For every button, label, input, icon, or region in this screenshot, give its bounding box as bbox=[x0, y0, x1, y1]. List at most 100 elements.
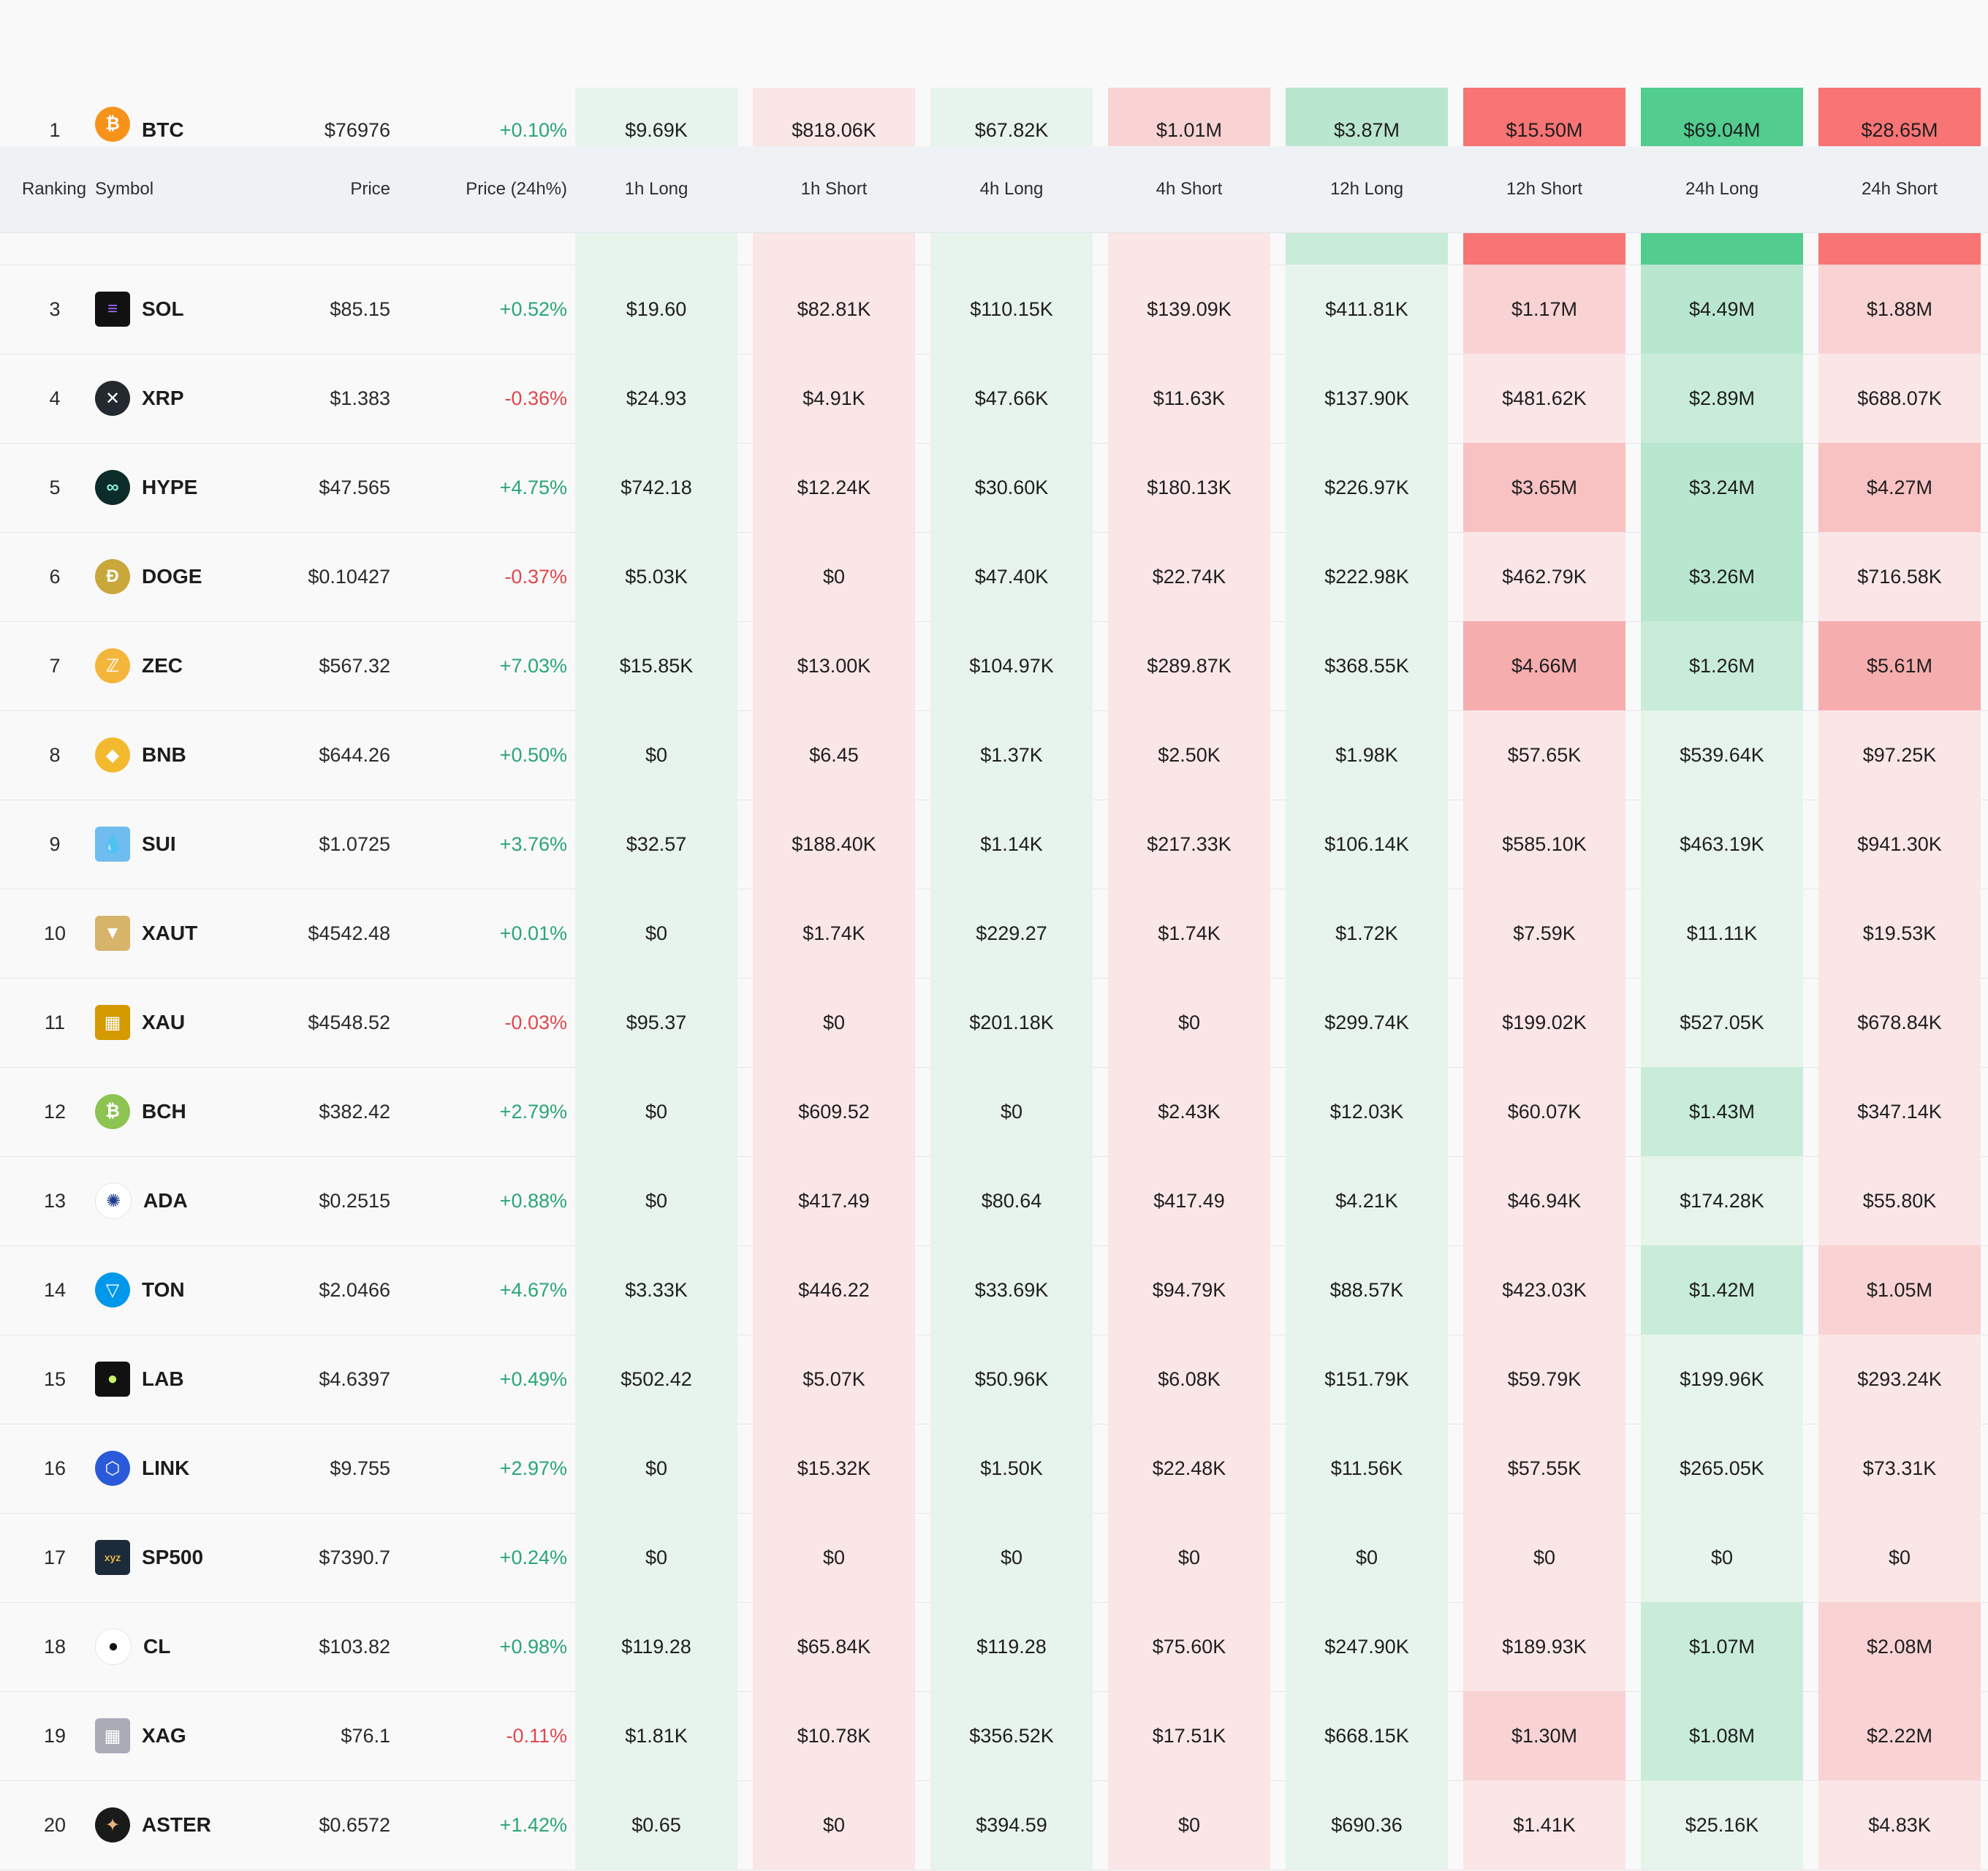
1h-long-cell: $9.69K bbox=[625, 119, 688, 141]
symbol-cell[interactable]: ▼ XAUT bbox=[95, 889, 263, 978]
symbol-cell[interactable]: Ð DOGE bbox=[95, 532, 263, 621]
table-row[interactable]: 7 ℤ ZEC $567.32 +7.03% $15.85K $13.00K $104.97K… bbox=[0, 621, 1988, 711]
1h-long-cell: $0 bbox=[645, 1546, 668, 1568]
symbol-cell[interactable]: ● LAB bbox=[95, 1335, 263, 1424]
symbol-cell[interactable]: ∞ HYPE bbox=[95, 443, 263, 532]
symbol-cell[interactable]: ▦ XAU bbox=[95, 978, 263, 1067]
symbol-cell[interactable]: ▦ XAG bbox=[95, 1691, 263, 1780]
table-row[interactable]: 14 ▽ TON $2.0466 +4.67% $3.33K $446.22 $33.69K $… bbox=[0, 1245, 1988, 1335]
price-change-cell: -0.37% bbox=[504, 565, 567, 588]
table-row[interactable]: 1 ₿ BTC $76976 +0.10% $9.69K $818.06K $67.82K $1… bbox=[0, 88, 1988, 146]
symbol-cell[interactable]: ● CL bbox=[95, 1602, 263, 1691]
price-cell: $567.32 bbox=[319, 654, 390, 677]
1h-short-cell: $13.00K bbox=[797, 654, 871, 677]
header-12h-short[interactable]: 12h Short bbox=[1463, 146, 1625, 232]
header-4h-long[interactable]: 4h Long bbox=[930, 146, 1093, 232]
rank-cell: 16 bbox=[43, 1457, 67, 1479]
4h-long-cell: $1.37K bbox=[980, 743, 1043, 766]
header-4h-short[interactable]: 4h Short bbox=[1108, 146, 1270, 232]
header-24h-long[interactable]: 24h Long bbox=[1641, 146, 1803, 232]
table-row[interactable]: 11 ▦ XAU $4548.52 -0.03% $95.37 $0 $201.18K $0 $2… bbox=[0, 978, 1988, 1068]
symbol-cell[interactable]: 💧 SUI bbox=[95, 800, 263, 889]
lab-icon: ● bbox=[95, 1362, 130, 1397]
price-change-cell: +0.10% bbox=[499, 119, 567, 141]
symbol-label: SP500 bbox=[142, 1546, 204, 1568]
rank-cell: 17 bbox=[43, 1546, 67, 1568]
table-row[interactable]: 4 ✕ XRP $1.383 -0.36% $24.93 $4.91K $47.66K $11.… bbox=[0, 354, 1988, 444]
price-change-cell: -0.36% bbox=[504, 387, 567, 409]
price-change-cell: +1.42% bbox=[499, 1813, 567, 1836]
rank-cell: 9 bbox=[49, 832, 61, 855]
4h-short-cell: $180.13K bbox=[1147, 476, 1232, 498]
rank-cell: 12 bbox=[43, 1100, 67, 1123]
price-cell: $103.82 bbox=[319, 1635, 390, 1658]
12h-short-cell: $585.10K bbox=[1502, 832, 1587, 855]
table-row[interactable]: 13 ✺ ADA $0.2515 +0.88% $0 $417.49 $80.64 $417.4… bbox=[0, 1156, 1988, 1246]
12h-long-cell: $368.55K bbox=[1324, 654, 1409, 677]
symbol-cell[interactable]: ₿ BTC bbox=[95, 88, 263, 146]
rank-cell: 10 bbox=[43, 922, 67, 944]
table-row[interactable]: 18 ● CL $103.82 +0.98% $119.28 $65.84K $119.28 $… bbox=[0, 1602, 1988, 1692]
header-1h-short[interactable]: 1h Short bbox=[753, 146, 915, 232]
table-row[interactable]: 8 ◆ BNB $644.26 +0.50% $0 $6.45 $1.37K $2.50K $1.… bbox=[0, 710, 1988, 800]
price-cell: $47.565 bbox=[319, 476, 390, 498]
1h-short-cell: $65.84K bbox=[797, 1635, 871, 1658]
4h-short-cell: $289.87K bbox=[1147, 654, 1232, 677]
rank-cell: 18 bbox=[43, 1635, 67, 1658]
12h-short-cell: $57.55K bbox=[1507, 1457, 1582, 1479]
table-row[interactable]: 12 ₿ BCH $382.42 +2.79% $0 $609.52 $0 $2.43K $12.… bbox=[0, 1067, 1988, 1157]
symbol-label: LAB bbox=[142, 1367, 184, 1390]
1h-short-cell: $0 bbox=[822, 1546, 846, 1568]
table-row[interactable]: 19 ▦ XAG $76.1 -0.11% $1.81K $10.78K $356.52K $1… bbox=[0, 1691, 1988, 1781]
symbol-cell[interactable]: ≡ SOL bbox=[95, 265, 263, 354]
symbol-cell[interactable]: ▽ TON bbox=[95, 1245, 263, 1335]
table-row[interactable]: 20 ✦ ASTER $0.6572 +1.42% $0.65 $0 $394.59 $0 $69… bbox=[0, 1780, 1988, 1870]
price-cell: $85.15 bbox=[330, 297, 390, 320]
table-row[interactable]: 9 💧 SUI $1.0725 +3.76% $32.57 $188.40K $1.14K $2… bbox=[0, 800, 1988, 889]
symbol-cell[interactable]: ✦ ASTER bbox=[95, 1780, 263, 1870]
header-symbol[interactable]: Symbol bbox=[95, 146, 241, 232]
12h-short-cell: $60.07K bbox=[1507, 1100, 1582, 1123]
24h-short-cell: $2.08M bbox=[1866, 1635, 1933, 1658]
symbol-cell[interactable]: ✺ ADA bbox=[95, 1156, 263, 1245]
4h-short-cell: $6.08K bbox=[1158, 1367, 1221, 1390]
symbol-label: DOGE bbox=[142, 565, 202, 588]
symbol-cell[interactable]: ⬡ LINK bbox=[95, 1424, 263, 1513]
header-price-change[interactable]: Price (24h%) bbox=[395, 146, 567, 232]
header-price[interactable]: Price bbox=[263, 146, 390, 232]
1h-short-cell: $1.74K bbox=[803, 922, 865, 944]
4h-short-cell: $2.43K bbox=[1158, 1100, 1221, 1123]
symbol-cell[interactable]: ℤ ZEC bbox=[95, 621, 263, 710]
table-row[interactable]: 6 Ð DOGE $0.10427 -0.37% $5.03K $0 $47.40K $22.7… bbox=[0, 532, 1988, 622]
12h-short-cell: $423.03K bbox=[1502, 1278, 1587, 1301]
hyperliquid-icon: ∞ bbox=[95, 470, 130, 505]
rank-cell: 8 bbox=[49, 743, 61, 766]
4h-long-cell: $356.52K bbox=[969, 1724, 1054, 1747]
header-1h-long[interactable]: 1h Long bbox=[575, 146, 737, 232]
table-header: Ranking Symbol Price Price (24h%) 1h Lon… bbox=[0, 146, 1988, 233]
table-row[interactable]: 3 ≡ SOL $85.15 +0.52% $19.60 $82.81K $110.15K $1… bbox=[0, 265, 1988, 354]
aster-icon: ✦ bbox=[95, 1807, 130, 1842]
gold-bars-icon: ▦ bbox=[95, 1005, 130, 1040]
table-row[interactable]: 10 ▼ XAUT $4542.48 +0.01% $0 $1.74K $229.27 $1.7… bbox=[0, 889, 1988, 979]
header-24h-short[interactable]: 24h Short bbox=[1818, 146, 1981, 232]
table-row[interactable]: 16 ⬡ LINK $9.755 +2.97% $0 $15.32K $1.50K $22.48… bbox=[0, 1424, 1988, 1514]
table-row[interactable]: 5 ∞ HYPE $47.565 +4.75% $742.18 $12.24K $30.60K… bbox=[0, 443, 1988, 533]
12h-short-cell: $7.59K bbox=[1513, 922, 1576, 944]
symbol-cell[interactable]: ◆ BNB bbox=[95, 710, 263, 800]
symbol-cell[interactable]: xyz SP500 bbox=[95, 1513, 263, 1602]
4h-short-cell: $1.74K bbox=[1158, 922, 1221, 944]
symbol-label: XAUT bbox=[142, 922, 198, 944]
4h-long-cell: $201.18K bbox=[969, 1011, 1054, 1033]
1h-short-cell: $5.07K bbox=[803, 1367, 865, 1390]
header-12h-long[interactable]: 12h Long bbox=[1286, 146, 1448, 232]
24h-long-cell: $463.19K bbox=[1680, 832, 1764, 855]
1h-long-cell: $1.81K bbox=[625, 1724, 688, 1747]
symbol-label: ADA bbox=[143, 1189, 188, 1212]
table-row[interactable]: 17 xyz SP500 $7390.7 +0.24% $0 $0 $0 $0 $0 $0 $0 $0 bbox=[0, 1513, 1988, 1603]
symbol-cell[interactable]: ✕ XRP bbox=[95, 354, 263, 443]
12h-long-cell: $4.21K bbox=[1335, 1189, 1398, 1212]
symbol-cell[interactable]: ₿ BCH bbox=[95, 1067, 263, 1156]
table-row[interactable]: 15 ● LAB $4.6397 +0.49% $502.42 $5.07K $50.96K $… bbox=[0, 1335, 1988, 1424]
price-change-cell: -0.03% bbox=[504, 1011, 567, 1033]
